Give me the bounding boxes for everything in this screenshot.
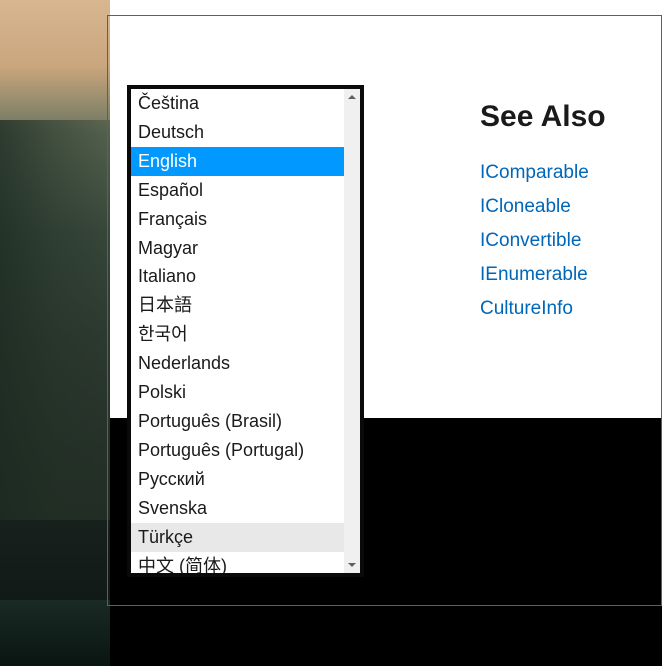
- language-selector-dropdown[interactable]: ČeštinaDeutschEnglishEspañolFrançaisMagy…: [127, 85, 364, 577]
- see-also-link[interactable]: ICloneable: [480, 196, 606, 218]
- language-option[interactable]: Português (Brasil): [131, 407, 344, 436]
- see-also-links-list: IComparable ICloneable IConvertible IEnu…: [480, 162, 606, 320]
- language-option[interactable]: Español: [131, 176, 344, 205]
- chevron-up-icon: [348, 95, 356, 99]
- language-option[interactable]: Čeština: [131, 89, 344, 118]
- language-option[interactable]: Magyar: [131, 234, 344, 263]
- see-also-heading: See Also: [480, 100, 606, 134]
- language-option[interactable]: Français: [131, 205, 344, 234]
- language-option[interactable]: 日本語: [131, 291, 344, 320]
- language-option[interactable]: Polski: [131, 378, 344, 407]
- see-also-link[interactable]: IEnumerable: [480, 264, 606, 286]
- language-options-list: ČeštinaDeutschEnglishEspañolFrançaisMagy…: [131, 89, 344, 573]
- language-option[interactable]: Deutsch: [131, 118, 344, 147]
- language-option[interactable]: 中文 (简体): [131, 552, 344, 574]
- dropdown-scrollbar[interactable]: [344, 89, 360, 573]
- language-option[interactable]: English: [131, 147, 344, 176]
- scrollbar-up-button[interactable]: [344, 89, 360, 105]
- language-option[interactable]: Svenska: [131, 494, 344, 523]
- language-option[interactable]: 한국어: [131, 320, 344, 349]
- see-also-section: See Also IComparable ICloneable IConvert…: [480, 100, 606, 320]
- language-option[interactable]: Türkçe: [131, 523, 344, 552]
- see-also-link[interactable]: CultureInfo: [480, 298, 606, 320]
- language-option[interactable]: Português (Portugal): [131, 436, 344, 465]
- see-also-link[interactable]: IConvertible: [480, 230, 606, 252]
- language-option[interactable]: Italiano: [131, 262, 344, 291]
- chevron-down-icon: [348, 563, 356, 567]
- see-also-link[interactable]: IComparable: [480, 162, 606, 184]
- scrollbar-down-button[interactable]: [344, 557, 360, 573]
- language-option[interactable]: Русский: [131, 465, 344, 494]
- language-option[interactable]: Nederlands: [131, 349, 344, 378]
